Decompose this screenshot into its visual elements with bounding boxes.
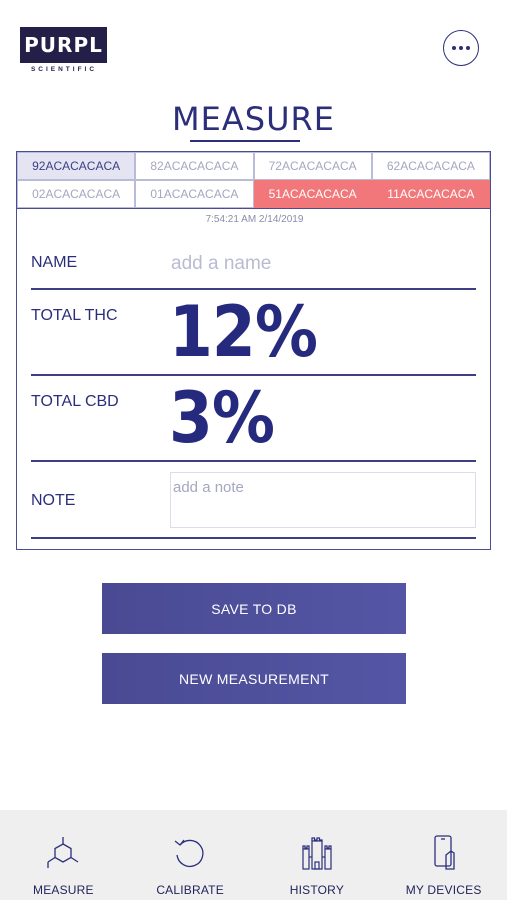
device-tab[interactable]: 02ACACACACA — [17, 180, 136, 208]
device-tab[interactable]: 01ACACACACA — [135, 180, 254, 208]
title-underline — [190, 140, 300, 142]
nav-item-measure[interactable]: MEASURE — [0, 810, 127, 900]
measurement-card: 7:54:21 AM 2/14/2019 NAME TOTAL THC 12% … — [16, 209, 491, 550]
save-to-db-button[interactable]: SAVE TO DB — [102, 583, 406, 634]
thc-value: 12% — [169, 291, 318, 373]
device-tab-alert[interactable]: 51ACACACACA — [253, 180, 372, 208]
nav-item-history[interactable]: HISTORY — [254, 810, 381, 900]
molecule-icon — [47, 837, 79, 868]
nav-label: CALIBRATE — [156, 883, 224, 897]
note-input[interactable] — [170, 472, 476, 528]
nav-label: HISTORY — [289, 883, 345, 897]
purpl-logo: PURPL SCIENTIFIC — [20, 27, 108, 73]
more-dot-icon — [459, 46, 463, 50]
logo-wordmark: PURPL — [20, 27, 107, 63]
divider — [31, 374, 476, 376]
nav-item-my-devices[interactable]: MY DEVICES — [380, 810, 507, 900]
more-dot-icon — [466, 46, 470, 50]
divider — [31, 288, 476, 290]
name-input[interactable] — [171, 249, 471, 279]
device-tab[interactable]: 92ACACACACA — [17, 152, 136, 180]
device-tabs: 92ACACACACA 82ACACACACA 72ACACACACA 62AC… — [16, 151, 491, 209]
new-measurement-button[interactable]: NEW MEASUREMENT — [102, 653, 406, 704]
more-options-button[interactable] — [443, 30, 479, 66]
device-tab[interactable]: 62ACACACACA — [371, 152, 490, 180]
page-title: MEASURE — [172, 100, 335, 138]
divider — [31, 537, 476, 539]
nav-item-calibrate[interactable]: CALIBRATE — [127, 810, 254, 900]
cbd-label: TOTAL CBD — [31, 393, 119, 410]
nav-label: MY DEVICES — [405, 883, 482, 897]
device-tab[interactable]: 82ACACACACA — [135, 152, 254, 180]
device-tab-alert[interactable]: 11ACACACACA — [371, 180, 490, 208]
device-tab[interactable]: 72ACACACACA — [253, 152, 372, 180]
name-label: NAME — [31, 254, 78, 271]
divider — [31, 460, 476, 462]
nav-label: MEASURE — [33, 883, 94, 897]
logo-subtext: SCIENTIFIC — [30, 66, 98, 73]
note-label: NOTE — [31, 492, 76, 509]
measurement-timestamp: 7:54:21 AM 2/14/2019 — [205, 214, 304, 225]
castle-icon — [302, 837, 332, 870]
phone-hand-icon — [433, 835, 455, 870]
cbd-value: 3% — [169, 377, 275, 459]
more-dot-icon — [452, 46, 456, 50]
refresh-icon — [174, 839, 204, 868]
bottom-nav: MEASURE CALIBRATE HISTORY MY DEVICES — [0, 810, 507, 900]
thc-label: TOTAL THC — [31, 307, 118, 324]
